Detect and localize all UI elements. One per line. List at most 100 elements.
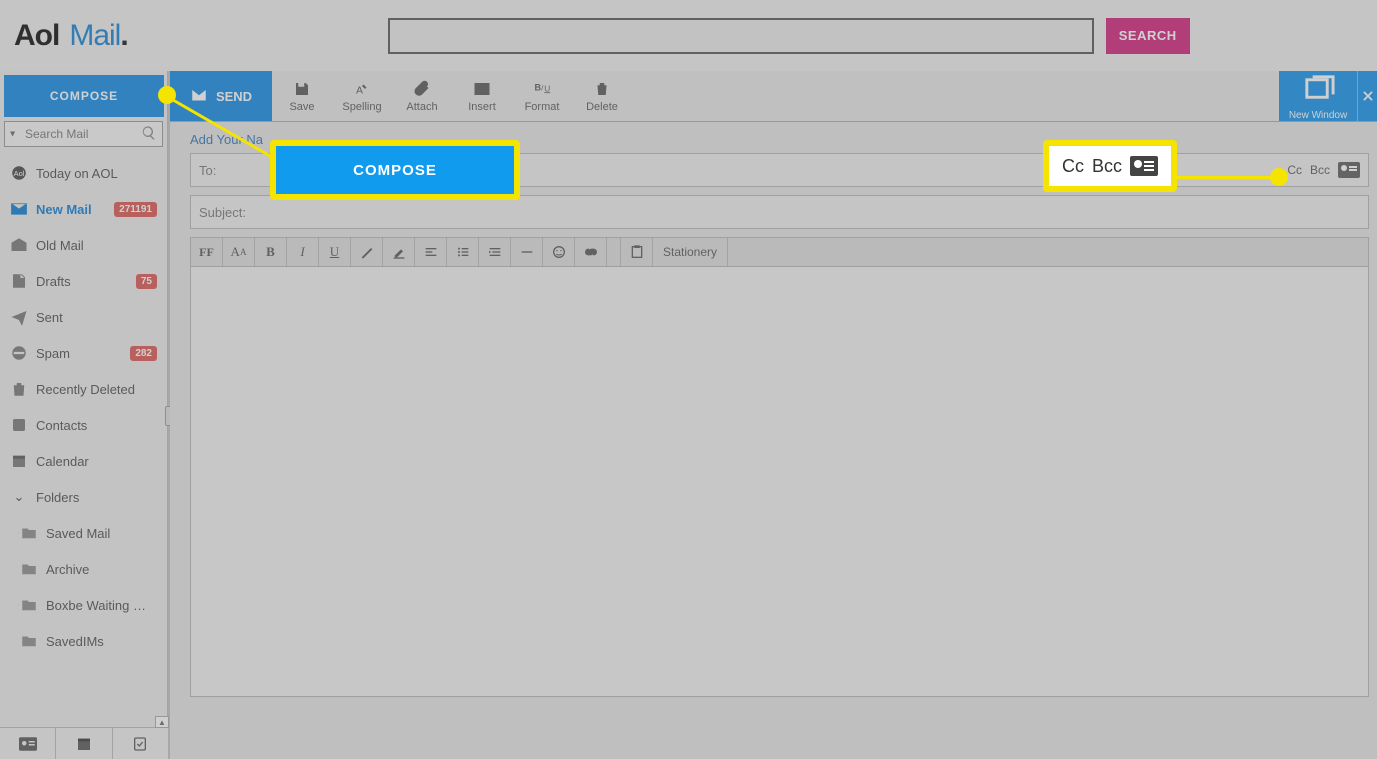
nav-label: Sent [36, 310, 157, 325]
chevron-down-icon[interactable]: ▸ [7, 131, 18, 136]
nav-old-mail[interactable]: Old Mail [0, 227, 167, 263]
folder-label: Saved Mail [46, 526, 157, 541]
search-mail-input[interactable] [4, 121, 163, 147]
save-button[interactable]: Save [272, 71, 332, 121]
calendar-icon [10, 452, 28, 470]
attach-button[interactable]: Attach [392, 71, 452, 121]
editor-toolbar: FF AA B I U Stationery [190, 237, 1369, 267]
stationery-icon[interactable] [621, 238, 653, 266]
global-search-input[interactable] [388, 18, 1094, 54]
nav-label: Contacts [36, 418, 157, 433]
sidebar-footer: ▲ [0, 727, 168, 759]
folder-label: SavedIMs [46, 634, 157, 649]
tool-label: Save [289, 101, 314, 113]
nav-recently-deleted[interactable]: Recently Deleted [0, 371, 167, 407]
nav-label: Today on AOL [36, 166, 157, 181]
folder-savedims[interactable]: SavedIMs [0, 623, 167, 659]
tool-label: Delete [586, 101, 618, 113]
nav-sent[interactable]: Sent [0, 299, 167, 335]
highlight-button[interactable] [383, 238, 415, 266]
footer-contacts-icon[interactable] [0, 728, 56, 759]
search-button[interactable]: SEARCH [1106, 18, 1190, 54]
callout-compose: COMPOSE [270, 140, 520, 200]
bullet-list-button[interactable] [447, 238, 479, 266]
subject-input[interactable] [250, 205, 1360, 220]
nav-calendar[interactable]: Calendar [0, 443, 167, 479]
toolbar-spacer [632, 71, 1279, 121]
text-color-button[interactable] [351, 238, 383, 266]
folder-saved-mail[interactable]: Saved Mail [0, 515, 167, 551]
align-button[interactable] [415, 238, 447, 266]
sidebar: COMPOSE ▸ Aol Today on AOL New Mail 2711… [0, 71, 168, 727]
search-icon[interactable] [141, 125, 157, 141]
editor-body[interactable] [190, 267, 1369, 697]
footer-tasks-icon[interactable] [113, 728, 168, 759]
svg-text:B: B [535, 82, 542, 92]
bcc-toggle[interactable]: Bcc [1310, 163, 1330, 177]
emoticon-button[interactable] [543, 238, 575, 266]
send-button[interactable]: SEND [170, 71, 272, 121]
aol-circle-icon: Aol [10, 164, 28, 182]
nav-label: New Mail [36, 202, 114, 217]
tool-label: Attach [406, 101, 437, 113]
global-search: SEARCH [388, 18, 1190, 54]
subject-label: Subject: [199, 205, 246, 220]
collapse-sidebar-icon[interactable]: ▲ [155, 716, 169, 728]
font-size-button[interactable]: AA [223, 238, 255, 266]
indent-button[interactable] [479, 238, 511, 266]
callout-dot-compose [158, 86, 176, 104]
to-label: To: [199, 163, 216, 178]
svg-text:Aol: Aol [14, 169, 25, 178]
header: Aol Mail . SEARCH [0, 0, 1377, 71]
italic-button[interactable]: I [287, 238, 319, 266]
chevron-down-icon: ⌄ [10, 489, 28, 505]
nav-new-mail[interactable]: New Mail 271191 [0, 191, 167, 227]
logo-mail: Mail [69, 19, 120, 53]
badge: 75 [136, 274, 157, 289]
nav-label: Drafts [36, 274, 136, 289]
underline-button[interactable]: U [319, 238, 351, 266]
badge: 271191 [114, 202, 157, 217]
font-family-button[interactable]: FF [191, 238, 223, 266]
delete-button[interactable]: Delete [572, 71, 632, 121]
subject-field[interactable]: Subject: [190, 195, 1369, 229]
folders-toggle[interactable]: ⌄ Folders [0, 479, 167, 515]
address-book-icon [10, 416, 28, 434]
callout-dot-ccbcc [1270, 168, 1288, 186]
close-compose-button[interactable] [1357, 71, 1377, 121]
folder-boxbe[interactable]: Boxbe Waiting … [0, 587, 167, 623]
callout-ccbcc: Cc Bcc [1043, 140, 1177, 192]
bold-button[interactable]: B [255, 238, 287, 266]
callout-compose-label: COMPOSE [276, 146, 514, 194]
folder-icon [20, 560, 38, 578]
tool-label: Spelling [342, 101, 381, 113]
address-book-icon [1130, 156, 1158, 176]
aol-mail-logo: Aol Mail . [14, 19, 128, 53]
link-button[interactable] [575, 238, 607, 266]
compose-button[interactable]: COMPOSE [4, 75, 164, 117]
folder-archive[interactable]: Archive [0, 551, 167, 587]
address-book-icon[interactable] [1338, 162, 1360, 178]
spelling-button[interactable]: A Spelling [332, 71, 392, 121]
hr-button[interactable] [511, 238, 543, 266]
compose-toolbar: SEND Save A Spelling Attach Insert B/U F… [170, 71, 1377, 122]
footer-calendar-icon[interactable] [56, 728, 112, 759]
nav-contacts[interactable]: Contacts [0, 407, 167, 443]
nav-spam[interactable]: Spam 282 [0, 335, 167, 371]
nav-label: Calendar [36, 454, 157, 469]
nav-drafts[interactable]: Drafts 75 [0, 263, 167, 299]
sent-icon [10, 308, 28, 326]
stationery-button[interactable]: Stationery [653, 238, 728, 266]
envelope-icon [10, 200, 28, 218]
format-button[interactable]: B/U Format [512, 71, 572, 121]
nav-today-on-aol[interactable]: Aol Today on AOL [0, 155, 167, 191]
folders-label: Folders [36, 490, 157, 505]
new-window-button[interactable]: New Window [1279, 71, 1357, 121]
new-window-label: New Window [1289, 110, 1347, 121]
callout-line-ccbcc [1177, 176, 1275, 179]
nav-label: Old Mail [36, 238, 157, 253]
logo-aol: Aol [14, 19, 59, 53]
cc-toggle[interactable]: Cc [1287, 163, 1302, 177]
svg-text:U: U [544, 84, 550, 93]
insert-button[interactable]: Insert [452, 71, 512, 121]
